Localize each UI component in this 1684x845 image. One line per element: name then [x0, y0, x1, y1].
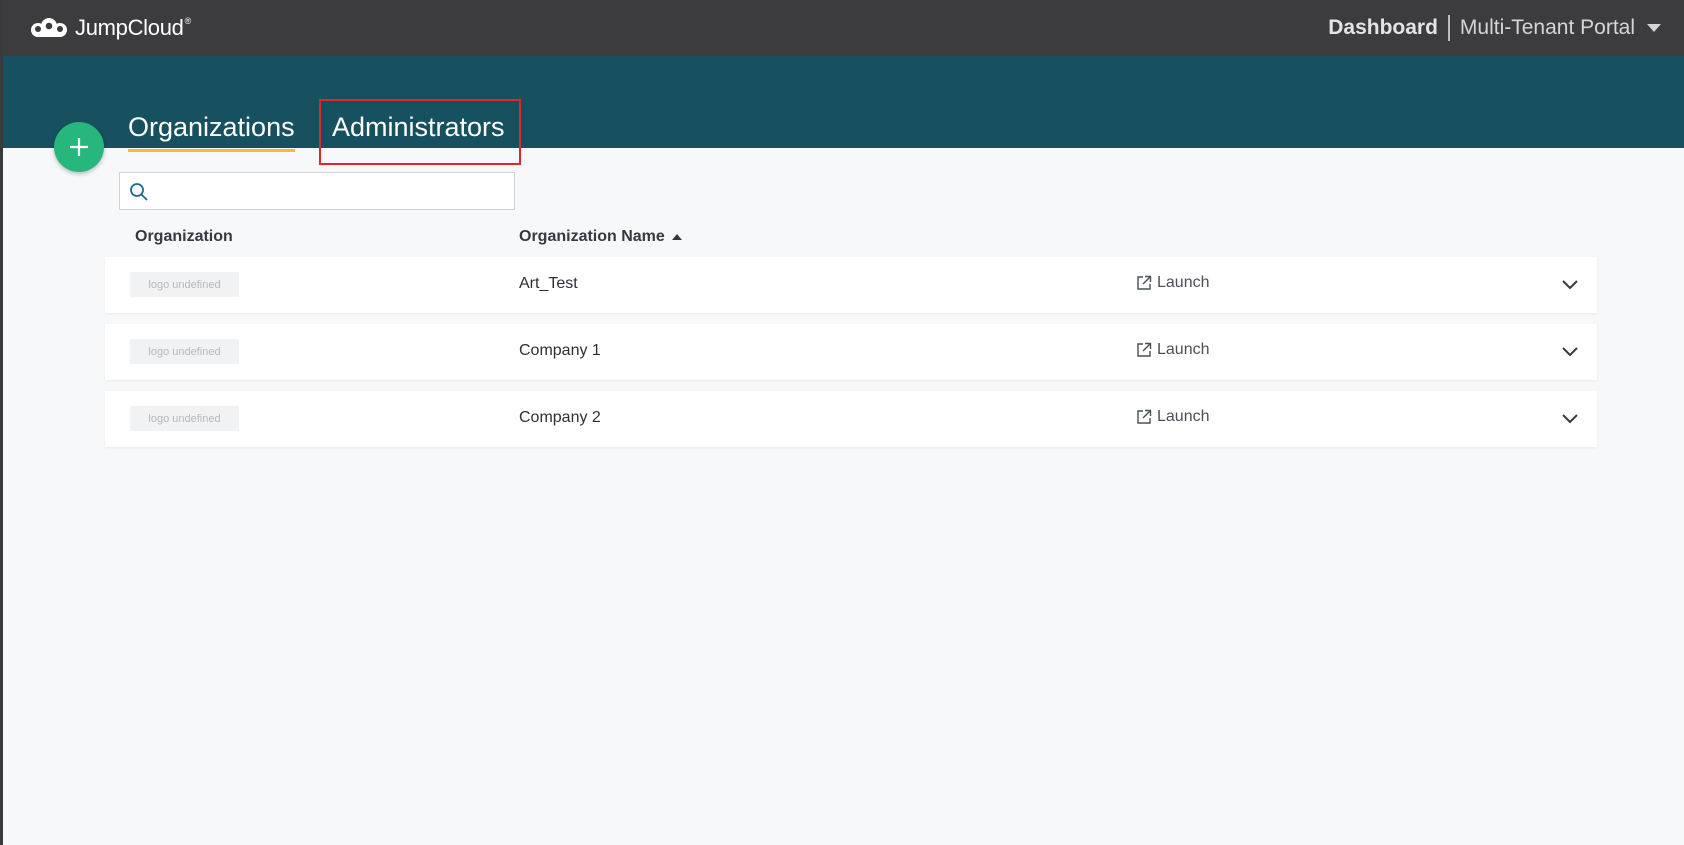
external-link-icon: [1137, 275, 1152, 290]
jumpcloud-logo[interactable]: JumpCloud ®: [29, 14, 191, 42]
chevron-down-icon[interactable]: [1561, 342, 1579, 365]
search-input[interactable]: [158, 177, 512, 207]
table-row[interactable]: logo undefined Art_Test Launch: [105, 257, 1597, 313]
column-header-organization-name[interactable]: Organization Name: [519, 228, 682, 246]
organization-name: Company 1: [519, 342, 601, 359]
launch-button[interactable]: Launch: [1136, 274, 1210, 292]
active-tab-underline: [128, 149, 295, 152]
caret-down-icon[interactable]: [1647, 24, 1661, 32]
plus-icon: [70, 138, 88, 156]
chevron-down-icon[interactable]: [1561, 275, 1579, 298]
launch-label: Launch: [1157, 408, 1210, 425]
tab-administrators-label: Administrators: [332, 112, 505, 142]
launch-button[interactable]: Launch: [1136, 341, 1210, 359]
column-header-organization-name-label: Organization Name: [519, 228, 665, 245]
brand-registered-mark: ®: [184, 16, 192, 26]
dashboard-label: Dashboard: [1328, 16, 1438, 39]
portal-switcher[interactable]: Dashboard Multi-Tenant Portal: [1328, 14, 1661, 42]
launch-button[interactable]: Launch: [1136, 408, 1210, 426]
tab-organizations[interactable]: Organizations: [128, 112, 295, 152]
chevron-down-icon[interactable]: [1561, 409, 1579, 432]
column-header-organization[interactable]: Organization: [135, 228, 233, 246]
header-divider: [1447, 15, 1450, 41]
launch-label: Launch: [1157, 341, 1210, 358]
table-row[interactable]: logo undefined Company 2 Launch: [105, 391, 1597, 447]
tab-administrators[interactable]: Administrators: [332, 112, 505, 152]
table-row[interactable]: logo undefined Company 1 Launch: [105, 324, 1597, 380]
add-organization-button[interactable]: [54, 122, 104, 172]
organization-logo-placeholder: logo undefined: [130, 339, 239, 364]
search-box[interactable]: [119, 172, 515, 210]
search-icon: [130, 183, 148, 201]
top-bar: JumpCloud ® Dashboard Multi-Tenant Portal: [3, 0, 1684, 56]
launch-label: Launch: [1157, 274, 1210, 291]
organization-name: Company 2: [519, 409, 601, 426]
cloud-logo-icon: [31, 18, 67, 37]
column-header-organization-label: Organization: [135, 228, 233, 245]
organization-logo-placeholder: logo undefined: [130, 272, 239, 297]
sort-ascending-icon: [671, 234, 682, 240]
portal-label: Multi-Tenant Portal: [1459, 16, 1635, 39]
external-link-icon: [1137, 342, 1152, 357]
tab-organizations-label: Organizations: [128, 112, 295, 142]
organization-name: Art_Test: [519, 275, 578, 292]
organization-logo-placeholder: logo undefined: [130, 406, 239, 431]
external-link-icon: [1137, 409, 1152, 424]
brand-name: JumpCloud: [75, 15, 184, 40]
